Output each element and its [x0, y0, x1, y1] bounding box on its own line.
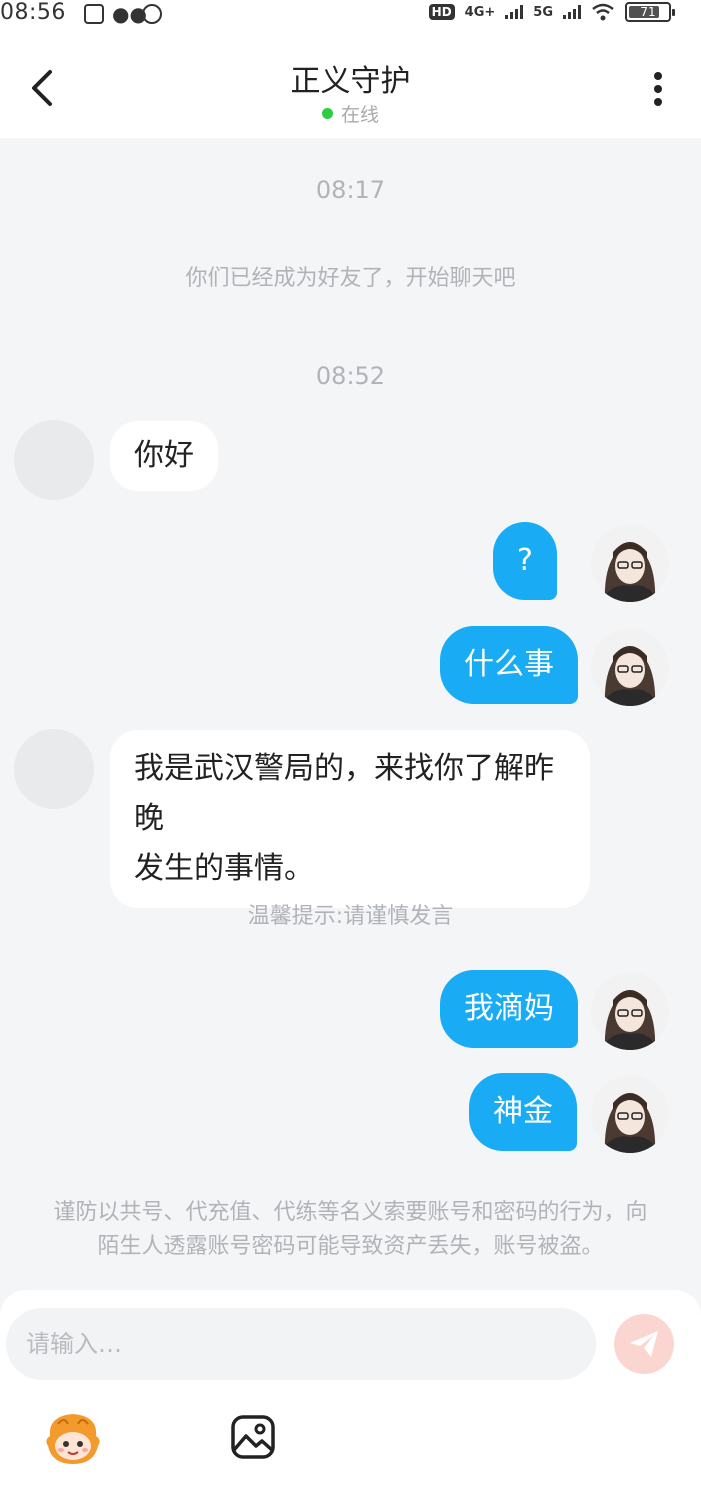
network-5g-label: 5G [533, 4, 553, 20]
my-avatar[interactable] [591, 628, 669, 706]
system-message: 你们已经成为好友了，开始聊天吧 [185, 266, 516, 291]
security-warning: 谨防以共号、代充值、代练等名义索要账号和密码的行为，向 陌生人透露账号密码可能导… [53, 1200, 648, 1259]
send-icon [630, 1331, 658, 1357]
message-bubble-outgoing[interactable]: 我滴妈 [440, 970, 578, 1048]
online-status: 在线 [0, 100, 701, 127]
composer-bar [0, 1290, 701, 1498]
emoji-icon[interactable] [44, 1410, 102, 1468]
signal-icon [505, 5, 524, 19]
message-text-line: 发生的事情。 [134, 851, 314, 886]
message-bubble-outgoing[interactable]: ? [493, 522, 557, 600]
message-input[interactable] [6, 1308, 596, 1380]
my-avatar[interactable] [591, 972, 669, 1050]
message-bubble-outgoing[interactable]: 什么事 [440, 626, 578, 704]
message-bubble-incoming[interactable]: 我是武汉警局的，来找你了解昨晚 发生的事情。 [110, 730, 590, 908]
play-icon [142, 4, 162, 24]
app-notification-icon [84, 4, 104, 24]
wifi-icon [592, 3, 614, 21]
image-icon[interactable] [230, 1414, 276, 1460]
chat-header: 正义守护 在线 [0, 30, 701, 138]
my-avatar[interactable] [591, 524, 669, 602]
message-bubble-outgoing[interactable]: 神金 [469, 1073, 577, 1151]
contact-name: 正义守护 [290, 64, 411, 99]
network-4g-label: 4G+ [464, 4, 496, 20]
status-bar: 08:56 ●● HD 4G+ 5G 71 [0, 0, 701, 30]
timestamp: 08:17 [315, 176, 386, 204]
online-dot-icon [321, 108, 333, 119]
contact-avatar[interactable] [14, 420, 94, 500]
timestamp: 08:52 [315, 362, 386, 390]
message-text-line: 我是武汉警局的，来找你了解昨晚 [134, 751, 554, 836]
more-options-icon[interactable] [652, 72, 664, 110]
signal-icon-2 [563, 5, 581, 19]
send-button[interactable] [614, 1314, 674, 1374]
hd-icon: HD [428, 4, 455, 20]
contact-avatar[interactable] [14, 729, 94, 809]
my-avatar[interactable] [591, 1075, 669, 1153]
status-time: 08:56 [0, 0, 66, 25]
tip-message: 温馨提示:请谨慎发言 [247, 904, 454, 929]
battery-icon: 71 [625, 2, 675, 22]
message-bubble-incoming[interactable]: 你好 [110, 421, 218, 491]
